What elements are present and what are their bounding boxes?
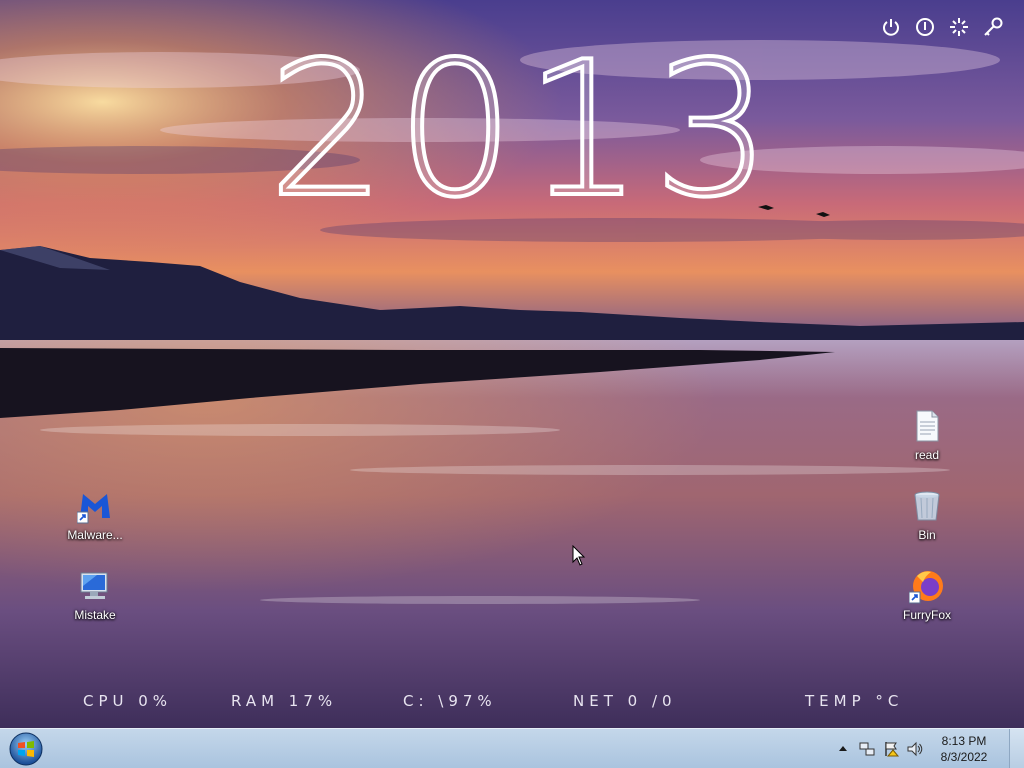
recycle-bin-icon — [914, 491, 940, 521]
malwarebytes-icon — [77, 494, 110, 524]
taskbar: 8:13 PM 8/3/2022 — [0, 728, 1024, 768]
sleep-icon[interactable] — [948, 16, 970, 38]
ram-stat: RAM 17% — [231, 692, 338, 710]
network-stat: NET 0 /0 — [573, 692, 677, 710]
desktop-icon-label: read — [914, 448, 940, 462]
desktop-icon-label: Mistake — [74, 608, 116, 622]
firefox-icon — [909, 571, 943, 604]
key-icon[interactable] — [982, 16, 1004, 38]
chevron-up-icon[interactable] — [834, 740, 852, 758]
system-icons-group — [880, 16, 1004, 38]
show-desktop-button[interactable] — [1009, 729, 1024, 768]
power-icon[interactable] — [880, 16, 902, 38]
desktop-icon-label: Malware... — [67, 528, 123, 542]
desktop-icon-furryfox[interactable]: FurryFox — [889, 568, 965, 622]
desktop[interactable]: 2013 Malware... Mistake read Bin FurryFo… — [0, 0, 1024, 768]
cpu-stat: CPU 0% — [83, 692, 173, 710]
desktop-icon-label: Bin — [918, 528, 936, 542]
windows-start-icon[interactable] — [6, 731, 46, 767]
text-file-icon — [916, 410, 939, 442]
year-widget: 2013 — [266, 21, 782, 238]
system-tray — [834, 729, 924, 768]
system-stats-bar: CPU 0% RAM 17% C: \97% NET 0 /0 TEMP °C — [0, 690, 1024, 714]
desktop-icon-read[interactable]: read — [889, 408, 965, 462]
temperature-stat: TEMP °C — [805, 692, 904, 710]
action-center-flag-icon[interactable] — [882, 740, 900, 758]
speaker-icon[interactable] — [906, 740, 924, 758]
mouse-cursor-icon — [572, 545, 586, 566]
desktop-icon-malwarebytes[interactable]: Malware... — [57, 488, 133, 542]
taskbar-clock[interactable]: 8:13 PM 8/3/2022 — [934, 733, 994, 765]
disk-stat: C: \97% — [403, 692, 497, 710]
restart-icon[interactable] — [914, 16, 936, 38]
desktop-icon-bin[interactable]: Bin — [889, 488, 965, 542]
desktop-icon-mistake[interactable]: Mistake — [57, 568, 133, 622]
clock-time: 8:13 PM — [941, 734, 987, 748]
desktop-icon-label: FurryFox — [903, 608, 951, 622]
network-icon[interactable] — [858, 740, 876, 758]
computer-icon — [80, 572, 108, 599]
clock-date: 8/3/2022 — [940, 750, 988, 764]
